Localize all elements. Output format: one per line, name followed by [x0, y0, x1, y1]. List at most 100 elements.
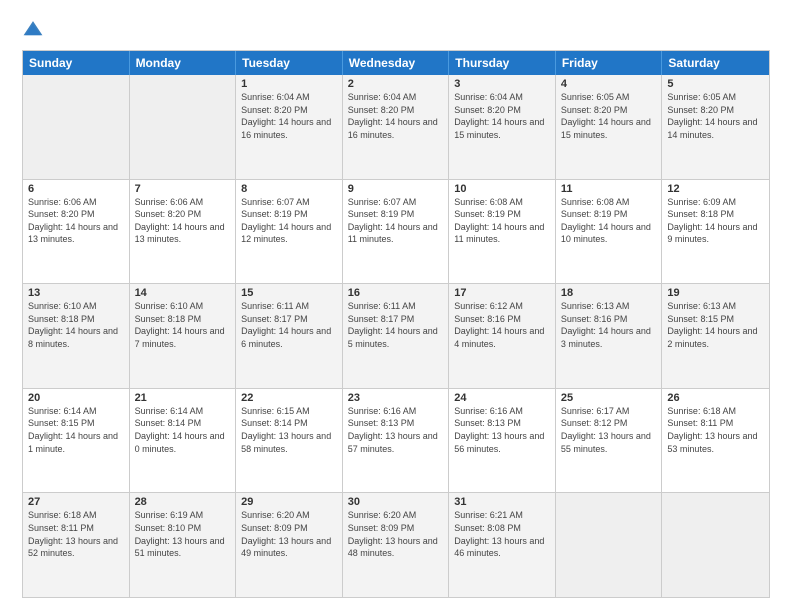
day-number: 22	[241, 392, 337, 404]
day-number: 15	[241, 287, 337, 299]
calendar-cell: 18Sunrise: 6:13 AM Sunset: 8:16 PM Dayli…	[556, 284, 663, 388]
day-number: 19	[667, 287, 764, 299]
weekday-header: Wednesday	[343, 51, 450, 75]
day-info: Sunrise: 6:21 AM Sunset: 8:08 PM Dayligh…	[454, 509, 550, 559]
day-number: 1	[241, 78, 337, 90]
calendar-cell: 24Sunrise: 6:16 AM Sunset: 8:13 PM Dayli…	[449, 389, 556, 493]
day-number: 20	[28, 392, 124, 404]
day-info: Sunrise: 6:06 AM Sunset: 8:20 PM Dayligh…	[28, 196, 124, 246]
day-number: 28	[135, 496, 231, 508]
calendar-body: 1Sunrise: 6:04 AM Sunset: 8:20 PM Daylig…	[23, 75, 769, 597]
day-info: Sunrise: 6:08 AM Sunset: 8:19 PM Dayligh…	[454, 196, 550, 246]
calendar-cell: 27Sunrise: 6:18 AM Sunset: 8:11 PM Dayli…	[23, 493, 130, 597]
calendar-cell: 16Sunrise: 6:11 AM Sunset: 8:17 PM Dayli…	[343, 284, 450, 388]
calendar-row: 27Sunrise: 6:18 AM Sunset: 8:11 PM Dayli…	[23, 492, 769, 597]
calendar-cell: 17Sunrise: 6:12 AM Sunset: 8:16 PM Dayli…	[449, 284, 556, 388]
day-number: 18	[561, 287, 657, 299]
day-info: Sunrise: 6:04 AM Sunset: 8:20 PM Dayligh…	[454, 91, 550, 141]
day-info: Sunrise: 6:09 AM Sunset: 8:18 PM Dayligh…	[667, 196, 764, 246]
day-info: Sunrise: 6:11 AM Sunset: 8:17 PM Dayligh…	[241, 300, 337, 350]
calendar-row: 13Sunrise: 6:10 AM Sunset: 8:18 PM Dayli…	[23, 283, 769, 388]
day-number: 12	[667, 183, 764, 195]
day-info: Sunrise: 6:04 AM Sunset: 8:20 PM Dayligh…	[241, 91, 337, 141]
day-info: Sunrise: 6:18 AM Sunset: 8:11 PM Dayligh…	[667, 405, 764, 455]
calendar-cell: 21Sunrise: 6:14 AM Sunset: 8:14 PM Dayli…	[130, 389, 237, 493]
weekday-header: Saturday	[662, 51, 769, 75]
calendar-cell: 29Sunrise: 6:20 AM Sunset: 8:09 PM Dayli…	[236, 493, 343, 597]
day-info: Sunrise: 6:07 AM Sunset: 8:19 PM Dayligh…	[241, 196, 337, 246]
day-number: 30	[348, 496, 444, 508]
day-number: 25	[561, 392, 657, 404]
day-number: 11	[561, 183, 657, 195]
calendar-cell: 3Sunrise: 6:04 AM Sunset: 8:20 PM Daylig…	[449, 75, 556, 179]
calendar-cell: 30Sunrise: 6:20 AM Sunset: 8:09 PM Dayli…	[343, 493, 450, 597]
calendar-page: SundayMondayTuesdayWednesdayThursdayFrid…	[0, 0, 792, 612]
day-info: Sunrise: 6:15 AM Sunset: 8:14 PM Dayligh…	[241, 405, 337, 455]
day-info: Sunrise: 6:17 AM Sunset: 8:12 PM Dayligh…	[561, 405, 657, 455]
calendar-cell	[23, 75, 130, 179]
day-info: Sunrise: 6:08 AM Sunset: 8:19 PM Dayligh…	[561, 196, 657, 246]
day-info: Sunrise: 6:13 AM Sunset: 8:16 PM Dayligh…	[561, 300, 657, 350]
day-info: Sunrise: 6:11 AM Sunset: 8:17 PM Dayligh…	[348, 300, 444, 350]
day-number: 10	[454, 183, 550, 195]
day-info: Sunrise: 6:19 AM Sunset: 8:10 PM Dayligh…	[135, 509, 231, 559]
weekday-header: Thursday	[449, 51, 556, 75]
day-info: Sunrise: 6:05 AM Sunset: 8:20 PM Dayligh…	[561, 91, 657, 141]
day-info: Sunrise: 6:10 AM Sunset: 8:18 PM Dayligh…	[28, 300, 124, 350]
day-number: 3	[454, 78, 550, 90]
day-number: 5	[667, 78, 764, 90]
day-number: 14	[135, 287, 231, 299]
day-info: Sunrise: 6:06 AM Sunset: 8:20 PM Dayligh…	[135, 196, 231, 246]
calendar-cell: 11Sunrise: 6:08 AM Sunset: 8:19 PM Dayli…	[556, 180, 663, 284]
day-number: 13	[28, 287, 124, 299]
weekday-header: Friday	[556, 51, 663, 75]
day-number: 24	[454, 392, 550, 404]
weekday-header: Monday	[130, 51, 237, 75]
logo	[22, 18, 48, 40]
day-info: Sunrise: 6:14 AM Sunset: 8:14 PM Dayligh…	[135, 405, 231, 455]
calendar-cell: 20Sunrise: 6:14 AM Sunset: 8:15 PM Dayli…	[23, 389, 130, 493]
calendar-cell	[130, 75, 237, 179]
day-info: Sunrise: 6:04 AM Sunset: 8:20 PM Dayligh…	[348, 91, 444, 141]
day-number: 29	[241, 496, 337, 508]
calendar-cell: 23Sunrise: 6:16 AM Sunset: 8:13 PM Dayli…	[343, 389, 450, 493]
page-header	[22, 18, 770, 40]
day-number: 17	[454, 287, 550, 299]
calendar-cell: 28Sunrise: 6:19 AM Sunset: 8:10 PM Dayli…	[130, 493, 237, 597]
day-info: Sunrise: 6:16 AM Sunset: 8:13 PM Dayligh…	[348, 405, 444, 455]
weekday-header: Tuesday	[236, 51, 343, 75]
calendar-cell	[556, 493, 663, 597]
day-info: Sunrise: 6:05 AM Sunset: 8:20 PM Dayligh…	[667, 91, 764, 141]
day-number: 8	[241, 183, 337, 195]
day-info: Sunrise: 6:16 AM Sunset: 8:13 PM Dayligh…	[454, 405, 550, 455]
day-number: 7	[135, 183, 231, 195]
calendar-cell	[662, 493, 769, 597]
calendar: SundayMondayTuesdayWednesdayThursdayFrid…	[22, 50, 770, 598]
calendar-cell: 8Sunrise: 6:07 AM Sunset: 8:19 PM Daylig…	[236, 180, 343, 284]
day-info: Sunrise: 6:13 AM Sunset: 8:15 PM Dayligh…	[667, 300, 764, 350]
calendar-row: 20Sunrise: 6:14 AM Sunset: 8:15 PM Dayli…	[23, 388, 769, 493]
calendar-cell: 13Sunrise: 6:10 AM Sunset: 8:18 PM Dayli…	[23, 284, 130, 388]
calendar-cell: 10Sunrise: 6:08 AM Sunset: 8:19 PM Dayli…	[449, 180, 556, 284]
day-info: Sunrise: 6:20 AM Sunset: 8:09 PM Dayligh…	[348, 509, 444, 559]
day-info: Sunrise: 6:20 AM Sunset: 8:09 PM Dayligh…	[241, 509, 337, 559]
day-number: 4	[561, 78, 657, 90]
day-number: 27	[28, 496, 124, 508]
day-number: 23	[348, 392, 444, 404]
calendar-cell: 2Sunrise: 6:04 AM Sunset: 8:20 PM Daylig…	[343, 75, 450, 179]
day-number: 6	[28, 183, 124, 195]
day-number: 21	[135, 392, 231, 404]
day-info: Sunrise: 6:12 AM Sunset: 8:16 PM Dayligh…	[454, 300, 550, 350]
calendar-cell: 26Sunrise: 6:18 AM Sunset: 8:11 PM Dayli…	[662, 389, 769, 493]
day-number: 9	[348, 183, 444, 195]
calendar-cell: 6Sunrise: 6:06 AM Sunset: 8:20 PM Daylig…	[23, 180, 130, 284]
day-number: 2	[348, 78, 444, 90]
day-info: Sunrise: 6:14 AM Sunset: 8:15 PM Dayligh…	[28, 405, 124, 455]
calendar-header: SundayMondayTuesdayWednesdayThursdayFrid…	[23, 51, 769, 75]
calendar-cell: 22Sunrise: 6:15 AM Sunset: 8:14 PM Dayli…	[236, 389, 343, 493]
calendar-cell: 5Sunrise: 6:05 AM Sunset: 8:20 PM Daylig…	[662, 75, 769, 179]
day-info: Sunrise: 6:18 AM Sunset: 8:11 PM Dayligh…	[28, 509, 124, 559]
calendar-cell: 7Sunrise: 6:06 AM Sunset: 8:20 PM Daylig…	[130, 180, 237, 284]
calendar-cell: 4Sunrise: 6:05 AM Sunset: 8:20 PM Daylig…	[556, 75, 663, 179]
day-number: 31	[454, 496, 550, 508]
